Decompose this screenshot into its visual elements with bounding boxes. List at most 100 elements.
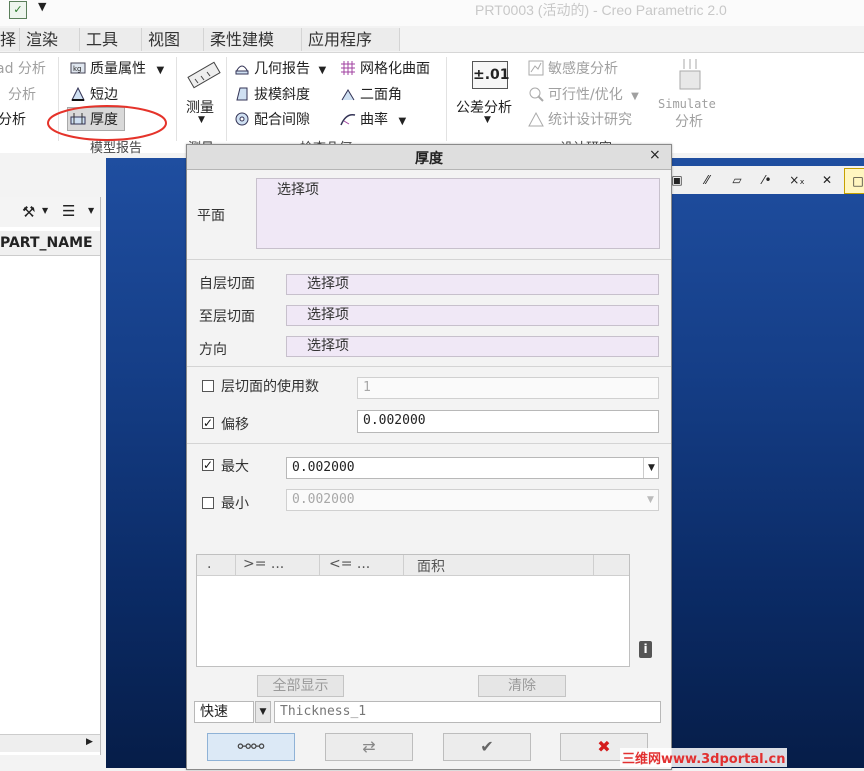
- annotation-display-icon[interactable]: □: [844, 168, 864, 194]
- draft-button[interactable]: 拔模斜度: [234, 84, 310, 104]
- chevron-down-icon[interactable]: ▼: [398, 116, 406, 127]
- column-header-part-name[interactable]: PART_NAME: [0, 231, 100, 256]
- datum-point-display-icon[interactable]: ⁄•: [754, 168, 780, 192]
- slice-count-label: 层切面的使用数: [221, 379, 319, 395]
- to-slice-label: 至层切面: [199, 309, 255, 325]
- tab-applications[interactable]: 应用程序: [302, 28, 400, 51]
- geometry-report-button[interactable]: 几何报告 ▼: [234, 58, 326, 78]
- simulate-button[interactable]: Simulate: [658, 97, 716, 111]
- offset-label: 偏移: [221, 417, 249, 433]
- chevron-down-icon[interactable]: ▼: [88, 206, 94, 215]
- mass-properties-icon: kg: [70, 60, 86, 76]
- ok-button[interactable]: ✔: [443, 733, 531, 761]
- tolerance-analysis-button[interactable]: 公差分析: [456, 97, 512, 117]
- from-slice-selector[interactable]: 选择项: [286, 274, 659, 295]
- dihedral-angle-button[interactable]: 二面角: [340, 84, 402, 104]
- chevron-down-icon[interactable]: ▼: [643, 458, 659, 478]
- refresh-icon: ⇄: [362, 737, 376, 756]
- column-divider: [235, 555, 236, 575]
- mode-select[interactable]: 快速: [194, 701, 254, 723]
- dialog-title: 厚度: [415, 151, 443, 167]
- tab-view[interactable]: 视图: [142, 28, 204, 51]
- list-settings-icon[interactable]: ☰: [62, 202, 75, 220]
- checkbox-icon[interactable]: ✓: [9, 1, 27, 19]
- short-edge-button[interactable]: 短边: [70, 84, 118, 104]
- short-edge-icon: [70, 86, 86, 102]
- direction-selector[interactable]: 选择项: [286, 336, 659, 357]
- column-divider: [593, 555, 594, 575]
- simulate-icon[interactable]: [672, 57, 708, 93]
- slice-count-input[interactable]: 1: [357, 377, 659, 399]
- max-checkbox[interactable]: ✓: [202, 459, 214, 471]
- scroll-right-icon[interactable]: ▶: [86, 737, 93, 747]
- min-label: 最小: [221, 496, 249, 512]
- curvature-button[interactable]: 曲率 ▼: [340, 109, 406, 129]
- repeat-button[interactable]: ⇄: [325, 733, 413, 761]
- cancel-x-icon: ✖: [597, 737, 611, 756]
- ribbon-clipped-item-2[interactable]: 分析: [8, 84, 36, 104]
- column-header-min[interactable]: >= ...: [243, 556, 284, 572]
- chevron-down-icon[interactable]: ▼: [42, 206, 48, 215]
- ribbon-clipped-item-1[interactable]: ad 分析: [0, 58, 46, 78]
- min-select[interactable]: 0.002000: [286, 489, 659, 511]
- from-slice-label: 自层切面: [199, 276, 255, 292]
- results-table: . >= ... <= ... 面积: [196, 554, 630, 667]
- column-header-max[interactable]: <= ...: [329, 556, 370, 572]
- dihedral-angle-icon: [340, 86, 356, 102]
- max-select[interactable]: 0.002000: [286, 457, 659, 479]
- sensitivity-icon: [528, 60, 544, 76]
- chevron-down-icon[interactable]: ▼: [484, 115, 491, 125]
- curvature-icon: [340, 111, 356, 127]
- group-divider: [446, 57, 447, 141]
- chevron-down-icon[interactable]: ▼: [156, 65, 164, 76]
- tolerance-analysis-icon[interactable]: ±.01: [472, 61, 510, 89]
- horizontal-scrollbar[interactable]: ▶: [0, 734, 100, 752]
- chevron-down-icon[interactable]: ▼: [255, 701, 271, 723]
- offset-input[interactable]: 0.002000: [357, 410, 659, 433]
- tab-render[interactable]: 渲染: [20, 28, 80, 51]
- chevron-down-icon[interactable]: ▼: [318, 65, 326, 76]
- coordinate-system-display-icon[interactable]: ×ₓ: [784, 168, 810, 192]
- clear-button[interactable]: 清除: [478, 675, 566, 697]
- chevron-down-icon[interactable]: ▼: [643, 490, 658, 510]
- to-slice-selector[interactable]: 选择项: [286, 305, 659, 326]
- column-divider: [403, 555, 404, 575]
- column-header-index[interactable]: .: [207, 556, 211, 572]
- group-label-model-report: 模型报告: [90, 141, 143, 156]
- max-label: 最大: [221, 459, 249, 475]
- measure-button[interactable]: 测量: [186, 97, 214, 117]
- ribbon-clipped-item-3[interactable]: 分析: [0, 109, 26, 129]
- name-input[interactable]: Thickness_1: [274, 701, 661, 723]
- spin-center-display-icon[interactable]: ✕: [814, 168, 840, 192]
- ruler-icon[interactable]: [185, 57, 221, 95]
- slice-count-checkbox[interactable]: [202, 380, 214, 392]
- tab-tools[interactable]: 工具: [80, 28, 142, 51]
- column-header-area[interactable]: 面积: [417, 556, 445, 576]
- show-all-button[interactable]: 全部显示: [257, 675, 344, 697]
- simulate-analysis-label: 分析: [675, 114, 703, 130]
- thickness-dialog: 厚度 × 平面 选择项 自层切面 选择项 至层切面 选择项 方向 选择项 层切面…: [186, 144, 672, 770]
- statistical-design-study-button[interactable]: 统计设计研究: [528, 109, 632, 129]
- tab-select[interactable]: 择: [0, 28, 20, 51]
- datum-plane-display-icon[interactable]: ▱: [724, 168, 750, 192]
- mass-properties-button[interactable]: kg 质量属性 ▼: [70, 58, 164, 78]
- dropdown-arrow-icon[interactable]: ▼: [38, 0, 46, 13]
- divider: [187, 366, 671, 367]
- feasibility-icon: [528, 86, 544, 102]
- feasibility-optimization-button[interactable]: 可行性/优化 ▼: [528, 84, 639, 104]
- mesh-surface-button[interactable]: 网格化曲面: [340, 58, 430, 78]
- chevron-down-icon[interactable]: ▼: [198, 115, 205, 125]
- offset-checkbox[interactable]: ✓: [202, 417, 214, 429]
- tab-flexible-modeling[interactable]: 柔性建模: [204, 28, 302, 51]
- info-icon[interactable]: i: [639, 641, 652, 658]
- clearance-button[interactable]: 配合间隙: [234, 109, 310, 129]
- preview-glasses-button[interactable]: ⚯⚯: [207, 733, 295, 761]
- plane-selector[interactable]: 选择项: [256, 178, 660, 249]
- column-divider: [319, 555, 320, 575]
- min-checkbox[interactable]: [202, 497, 214, 509]
- datum-axis-display-icon[interactable]: ⁄⁄: [694, 168, 720, 192]
- close-icon[interactable]: ×: [649, 147, 661, 163]
- chevron-down-icon[interactable]: ▼: [631, 91, 639, 102]
- sensitivity-analysis-button[interactable]: 敏感度分析: [528, 58, 618, 78]
- tools-icon[interactable]: ⚒: [22, 203, 35, 221]
